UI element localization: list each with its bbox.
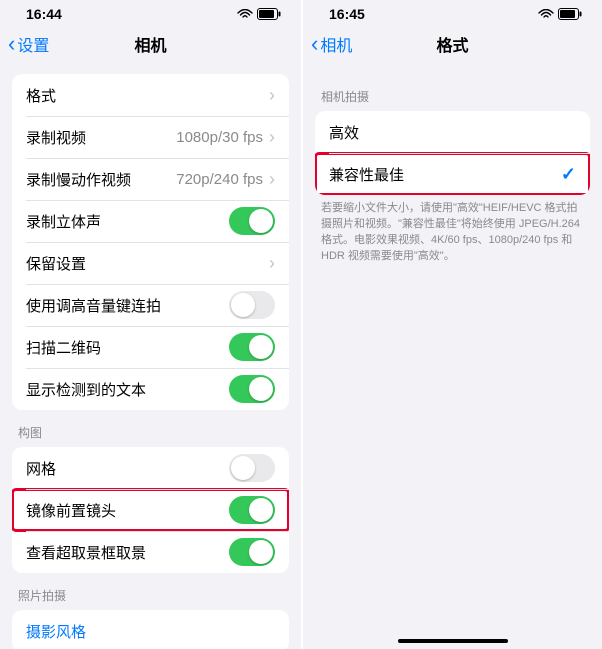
row-record-slomo[interactable]: 录制慢动作视频 720p/240 fps › bbox=[12, 158, 289, 200]
row-label: 保留设置 bbox=[26, 253, 269, 274]
group-composition: 网格 镜像前置镜头 查看超取景框取景 bbox=[12, 447, 289, 573]
row-label: 摄影风格 bbox=[26, 621, 275, 642]
row-label: 录制慢动作视频 bbox=[26, 169, 176, 190]
status-bar: 16:44 bbox=[0, 0, 301, 24]
row-label: 使用调高音量键连拍 bbox=[26, 295, 229, 316]
row-detail: 720p/240 fps bbox=[176, 171, 263, 188]
row-stereo[interactable]: 录制立体声 bbox=[12, 200, 289, 242]
toggle-grid[interactable] bbox=[229, 454, 275, 482]
wifi-icon bbox=[538, 9, 554, 19]
toggle-scan-qr[interactable] bbox=[229, 333, 275, 361]
footer-format: 若要缩小文件大小，请使用"高效"HEIF/HEVC 格式拍摄照片和视频。"兼容性… bbox=[303, 195, 602, 275]
back-label: 相机 bbox=[320, 32, 352, 56]
home-indicator bbox=[398, 639, 508, 643]
toggle-mirror-front[interactable] bbox=[229, 496, 275, 524]
page-title: 格式 bbox=[436, 32, 468, 56]
status-time: 16:44 bbox=[26, 6, 62, 22]
row-label: 兼容性最佳 bbox=[329, 164, 561, 185]
status-right bbox=[538, 8, 582, 20]
section-header-capture: 照片拍摄 bbox=[0, 573, 301, 610]
chevron-right-icon: › bbox=[269, 169, 275, 190]
row-preserve[interactable]: 保留设置 › bbox=[12, 242, 289, 284]
row-record-video[interactable]: 录制视频 1080p/30 fps › bbox=[12, 116, 289, 158]
section-header-camera-capture: 相机拍摄 bbox=[303, 74, 602, 111]
wifi-icon bbox=[237, 9, 253, 19]
row-label: 网格 bbox=[26, 458, 229, 479]
toggle-detected-text[interactable] bbox=[229, 375, 275, 403]
row-label: 查看超取景框取景 bbox=[26, 542, 229, 563]
row-detected-text[interactable]: 显示检测到的文本 bbox=[12, 368, 289, 410]
row-view-outside[interactable]: 查看超取景框取景 bbox=[12, 531, 289, 573]
group-format: 高效 兼容性最佳 ✓ bbox=[315, 111, 590, 195]
row-label: 镜像前置镜头 bbox=[26, 500, 229, 521]
status-time: 16:45 bbox=[329, 6, 365, 22]
row-detail: 1080p/30 fps bbox=[176, 129, 263, 146]
group-main: 格式 › 录制视频 1080p/30 fps › 录制慢动作视频 720p/24… bbox=[12, 74, 289, 410]
status-bar: 16:45 bbox=[303, 0, 602, 24]
section-header-composition: 构图 bbox=[0, 410, 301, 447]
checkmark-icon: ✓ bbox=[561, 164, 576, 185]
row-label: 录制立体声 bbox=[26, 211, 229, 232]
row-label: 扫描二维码 bbox=[26, 337, 229, 358]
chevron-left-icon: ‹ bbox=[8, 33, 15, 55]
row-scan-qr[interactable]: 扫描二维码 bbox=[12, 326, 289, 368]
row-mirror-front[interactable]: 镜像前置镜头 bbox=[12, 489, 289, 531]
content: 相机拍摄 高效 兼容性最佳 ✓ 若要缩小文件大小，请使用"高效"HEIF/HEV… bbox=[303, 74, 602, 649]
row-high-efficiency[interactable]: 高效 bbox=[315, 111, 590, 153]
content: 格式 › 录制视频 1080p/30 fps › 录制慢动作视频 720p/24… bbox=[0, 74, 301, 649]
phone-format-settings: 16:45 ‹ 相机 格式 相机拍摄 高效 兼容性最佳 ✓ 若要缩小文件大小，请… bbox=[301, 0, 602, 649]
back-button[interactable]: ‹ 相机 bbox=[311, 32, 352, 56]
phone-camera-settings: 16:44 ‹ 设置 相机 格式 › 录制视频 1080p/30 fps › 录… bbox=[0, 0, 301, 649]
toggle-stereo[interactable] bbox=[229, 207, 275, 235]
toggle-volume-burst[interactable] bbox=[229, 291, 275, 319]
back-button[interactable]: ‹ 设置 bbox=[8, 32, 49, 56]
row-photo-style[interactable]: 摄影风格 bbox=[12, 610, 289, 649]
row-label: 录制视频 bbox=[26, 127, 176, 148]
battery-icon bbox=[257, 8, 281, 20]
chevron-right-icon: › bbox=[269, 85, 275, 106]
row-label: 格式 bbox=[26, 85, 269, 106]
row-label: 高效 bbox=[329, 122, 576, 143]
row-grid[interactable]: 网格 bbox=[12, 447, 289, 489]
row-most-compatible[interactable]: 兼容性最佳 ✓ bbox=[315, 153, 590, 195]
battery-icon bbox=[558, 8, 582, 20]
row-label: 显示检测到的文本 bbox=[26, 379, 229, 400]
back-label: 设置 bbox=[17, 32, 49, 56]
chevron-left-icon: ‹ bbox=[311, 33, 318, 55]
chevron-right-icon: › bbox=[269, 253, 275, 274]
nav-bar: ‹ 设置 相机 bbox=[0, 24, 301, 64]
nav-bar: ‹ 相机 格式 bbox=[303, 24, 602, 64]
page-title: 相机 bbox=[134, 32, 166, 56]
row-format[interactable]: 格式 › bbox=[12, 74, 289, 116]
status-right bbox=[237, 8, 281, 20]
toggle-view-outside[interactable] bbox=[229, 538, 275, 566]
row-volume-burst[interactable]: 使用调高音量键连拍 bbox=[12, 284, 289, 326]
group-capture: 摄影风格 bbox=[12, 610, 289, 649]
chevron-right-icon: › bbox=[269, 127, 275, 148]
